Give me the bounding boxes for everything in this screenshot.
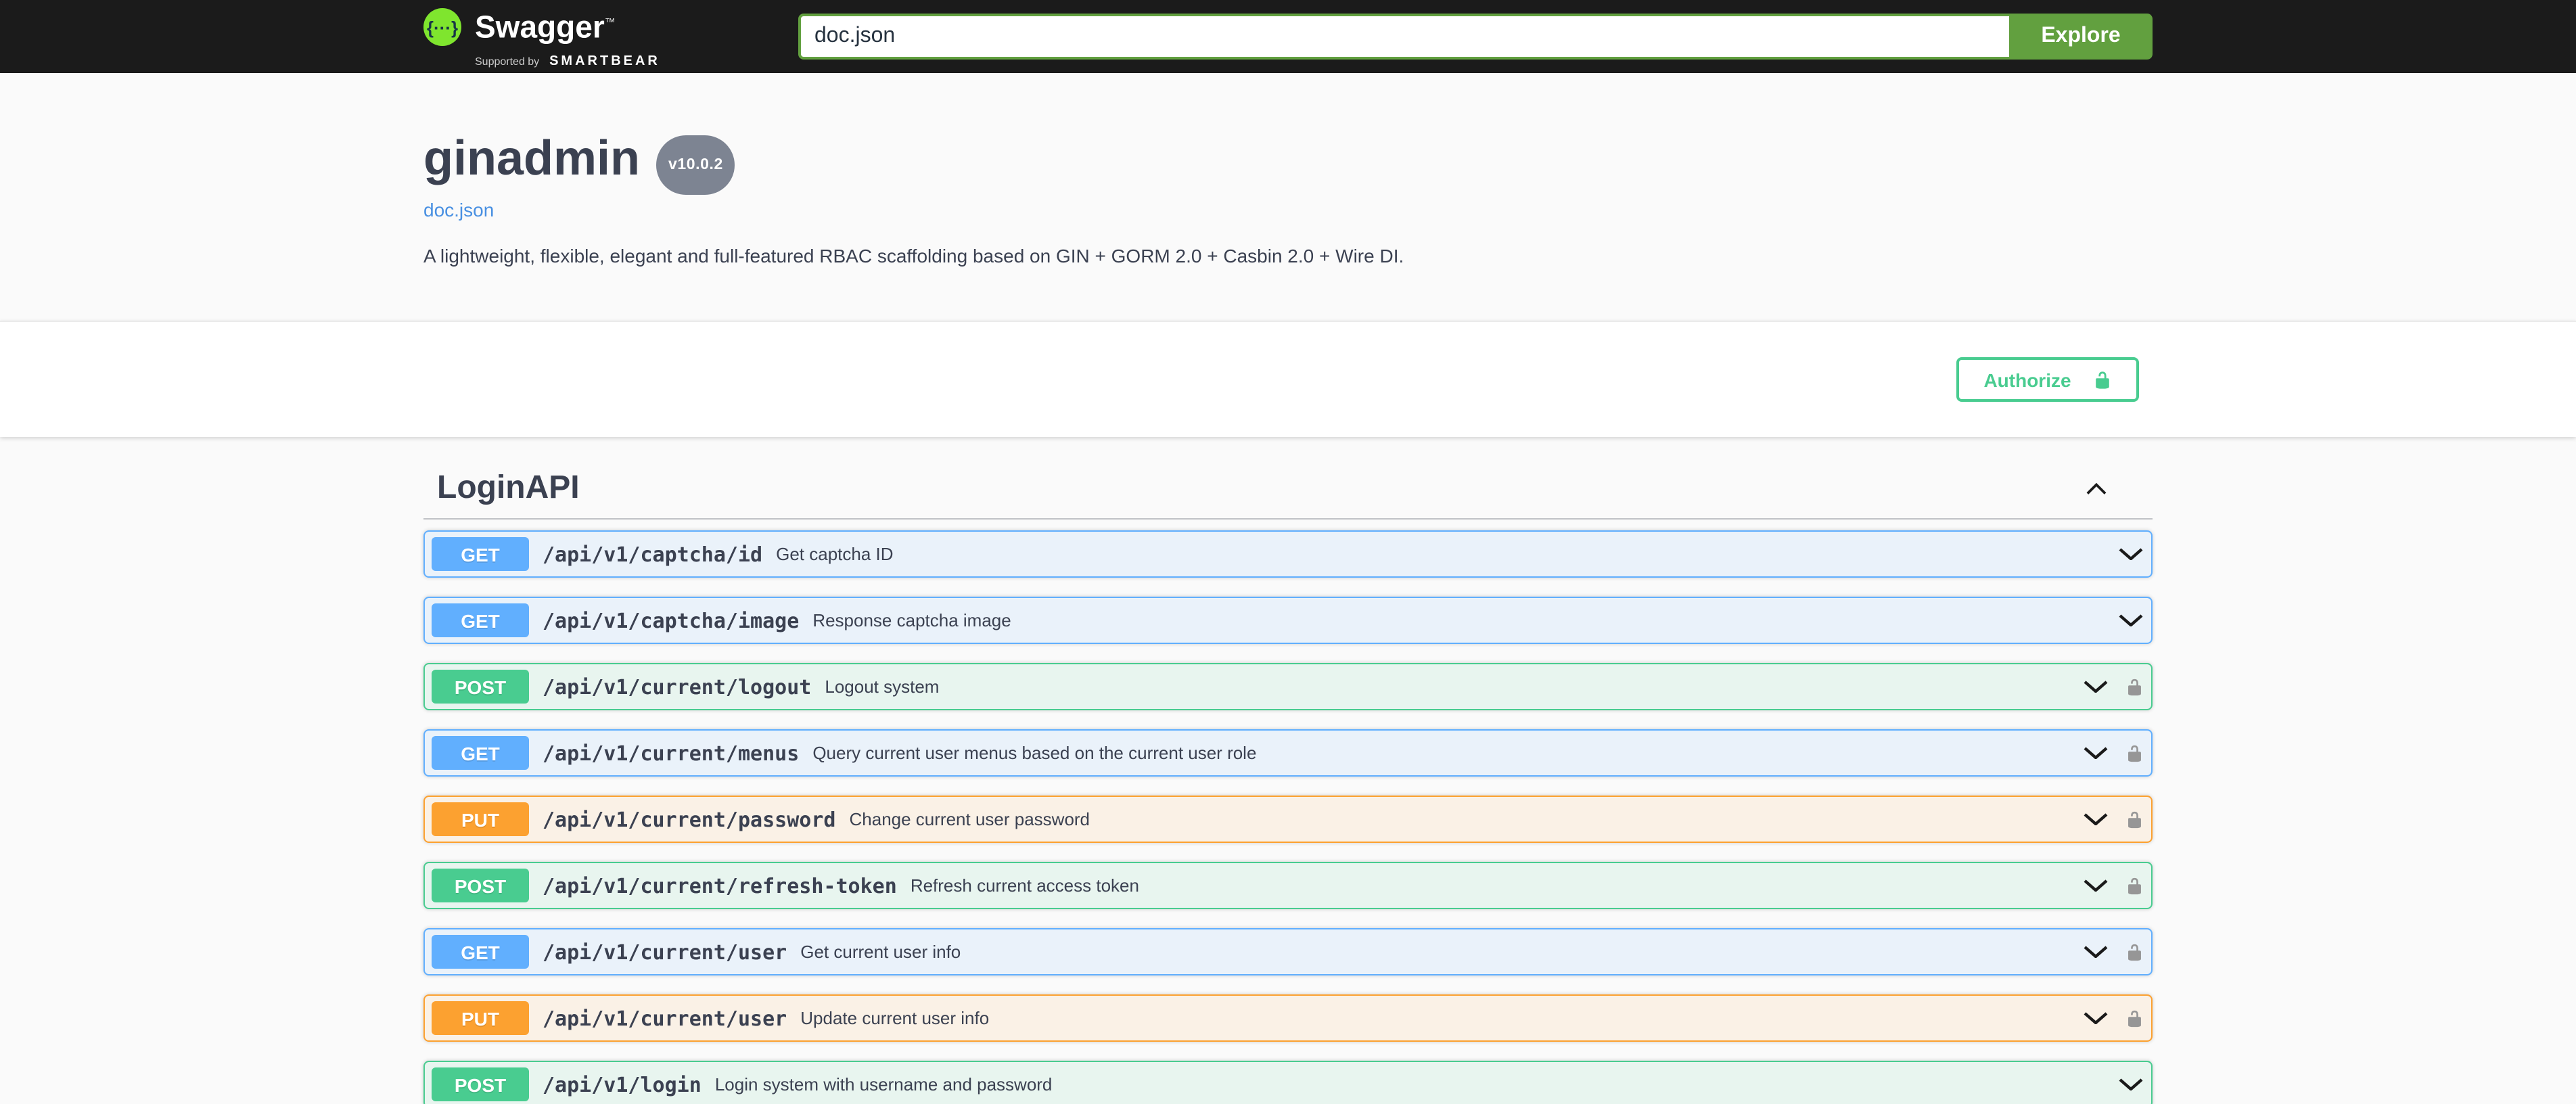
operation-description: Login system with username and password (715, 1074, 1053, 1095)
swagger-wordmark: Swagger™ (475, 5, 660, 44)
operation-description: Response captcha image (812, 610, 1011, 630)
scheme-container: Authorize (0, 321, 2576, 437)
logo-tagline: Supported by SMARTBEAR (475, 47, 660, 72)
method-badge: POST (432, 670, 529, 704)
operation-path: /api/v1/current/password (543, 807, 836, 831)
chevron-down-icon[interactable] (2083, 946, 2107, 958)
swagger-logo[interactable]: {···} Swagger™ Supported by SMARTBEAR (423, 5, 660, 71)
unlocked-padlock-icon[interactable] (2125, 941, 2143, 963)
chevron-down-icon[interactable] (2083, 1012, 2107, 1024)
chevron-down-icon[interactable] (2083, 681, 2107, 693)
unlocked-padlock-icon[interactable] (2125, 875, 2143, 896)
operation-description: Query current user menus based on the cu… (812, 743, 1256, 763)
explore-button[interactable]: Explore (2009, 14, 2153, 60)
method-badge: GET (432, 736, 529, 770)
tag-title: LoginAPI (437, 472, 580, 505)
operation-path: /api/v1/login (543, 1072, 702, 1097)
swagger-ui-page: {···} Swagger™ Supported by SMARTBEAR Ex… (0, 0, 2576, 1104)
operation-description: Get captcha ID (776, 544, 893, 564)
method-badge: GET (432, 935, 529, 969)
unlocked-padlock-icon[interactable] (2125, 676, 2143, 697)
page-title: ginadminv10.0.2 (423, 133, 2153, 192)
opblock-post-current-logout[interactable]: POST /api/v1/current/logout Logout syste… (423, 663, 2153, 710)
method-badge: PUT (432, 802, 529, 836)
method-badge: POST (432, 1067, 529, 1101)
operation-description: Logout system (825, 676, 939, 697)
operation-description: Refresh current access token (911, 875, 1139, 896)
opblock-get-captcha-id[interactable]: GET /api/v1/captcha/id Get captcha ID (423, 530, 2153, 578)
operation-path: /api/v1/current/menus (543, 741, 799, 765)
opblock-get-current-menus[interactable]: GET /api/v1/current/menus Query current … (423, 729, 2153, 777)
opblock-put-current-password[interactable]: PUT /api/v1/current/password Change curr… (423, 796, 2153, 843)
method-badge: GET (432, 537, 529, 571)
opblock-get-captcha-image[interactable]: GET /api/v1/captcha/image Response captc… (423, 597, 2153, 644)
operations-section: LoginAPI GET /api/v1/captcha/id Get capt… (423, 437, 2153, 1104)
operation-list: GET /api/v1/captcha/id Get captcha ID GE… (423, 530, 2153, 1104)
topbar: {···} Swagger™ Supported by SMARTBEAR Ex… (0, 0, 2576, 73)
chevron-down-icon[interactable] (2119, 614, 2143, 626)
chevron-down-icon[interactable] (2083, 879, 2107, 892)
operation-description: Get current user info (800, 942, 961, 962)
unlocked-padlock-icon[interactable] (2125, 742, 2143, 764)
method-badge: GET (432, 603, 529, 637)
chevron-down-icon[interactable] (2083, 813, 2107, 825)
chevron-down-icon[interactable] (2083, 747, 2107, 759)
authorize-label: Authorize (1983, 369, 2071, 390)
method-badge: POST (432, 869, 529, 902)
spec-url-form: Explore (798, 14, 2153, 60)
api-description: A lightweight, flexible, elegant and ful… (423, 245, 2153, 268)
trademark-symbol: ™ (605, 16, 616, 28)
method-badge: PUT (432, 1001, 529, 1035)
operation-description: Update current user info (800, 1008, 989, 1028)
opblock-post-refresh-token[interactable]: POST /api/v1/current/refresh-token Refre… (423, 862, 2153, 909)
operation-description: Change current user password (850, 809, 1090, 829)
tag-header-loginapi[interactable]: LoginAPI (423, 459, 2153, 520)
spec-url-input[interactable] (798, 14, 2009, 60)
opblock-put-current-user[interactable]: PUT /api/v1/current/user Update current … (423, 994, 2153, 1042)
authorize-button[interactable]: Authorize (1956, 357, 2139, 402)
spec-json-link[interactable]: doc.json (423, 199, 494, 221)
operation-path: /api/v1/captcha/id (543, 542, 762, 566)
version-badge: v10.0.2 (656, 135, 735, 195)
unlocked-padlock-icon[interactable] (2125, 808, 2143, 830)
chevron-down-icon[interactable] (2119, 548, 2143, 560)
unlocked-padlock-icon (2093, 369, 2112, 390)
info-section: ginadminv10.0.2 doc.json A lightweight, … (423, 73, 2153, 268)
operation-path: /api/v1/current/user (543, 940, 787, 964)
operation-path: /api/v1/current/user (543, 1006, 787, 1030)
opblock-get-current-user[interactable]: GET /api/v1/current/user Get current use… (423, 928, 2153, 975)
chevron-up-icon[interactable] (2086, 482, 2107, 495)
operation-path: /api/v1/current/logout (543, 674, 811, 699)
operation-path: /api/v1/captcha/image (543, 608, 799, 632)
opblock-post-login[interactable]: POST /api/v1/login Login system with use… (423, 1061, 2153, 1104)
unlocked-padlock-icon[interactable] (2125, 1007, 2143, 1029)
operation-path: /api/v1/current/refresh-token (543, 873, 897, 898)
swagger-logo-icon: {···} (423, 8, 461, 46)
chevron-down-icon[interactable] (2119, 1078, 2143, 1090)
